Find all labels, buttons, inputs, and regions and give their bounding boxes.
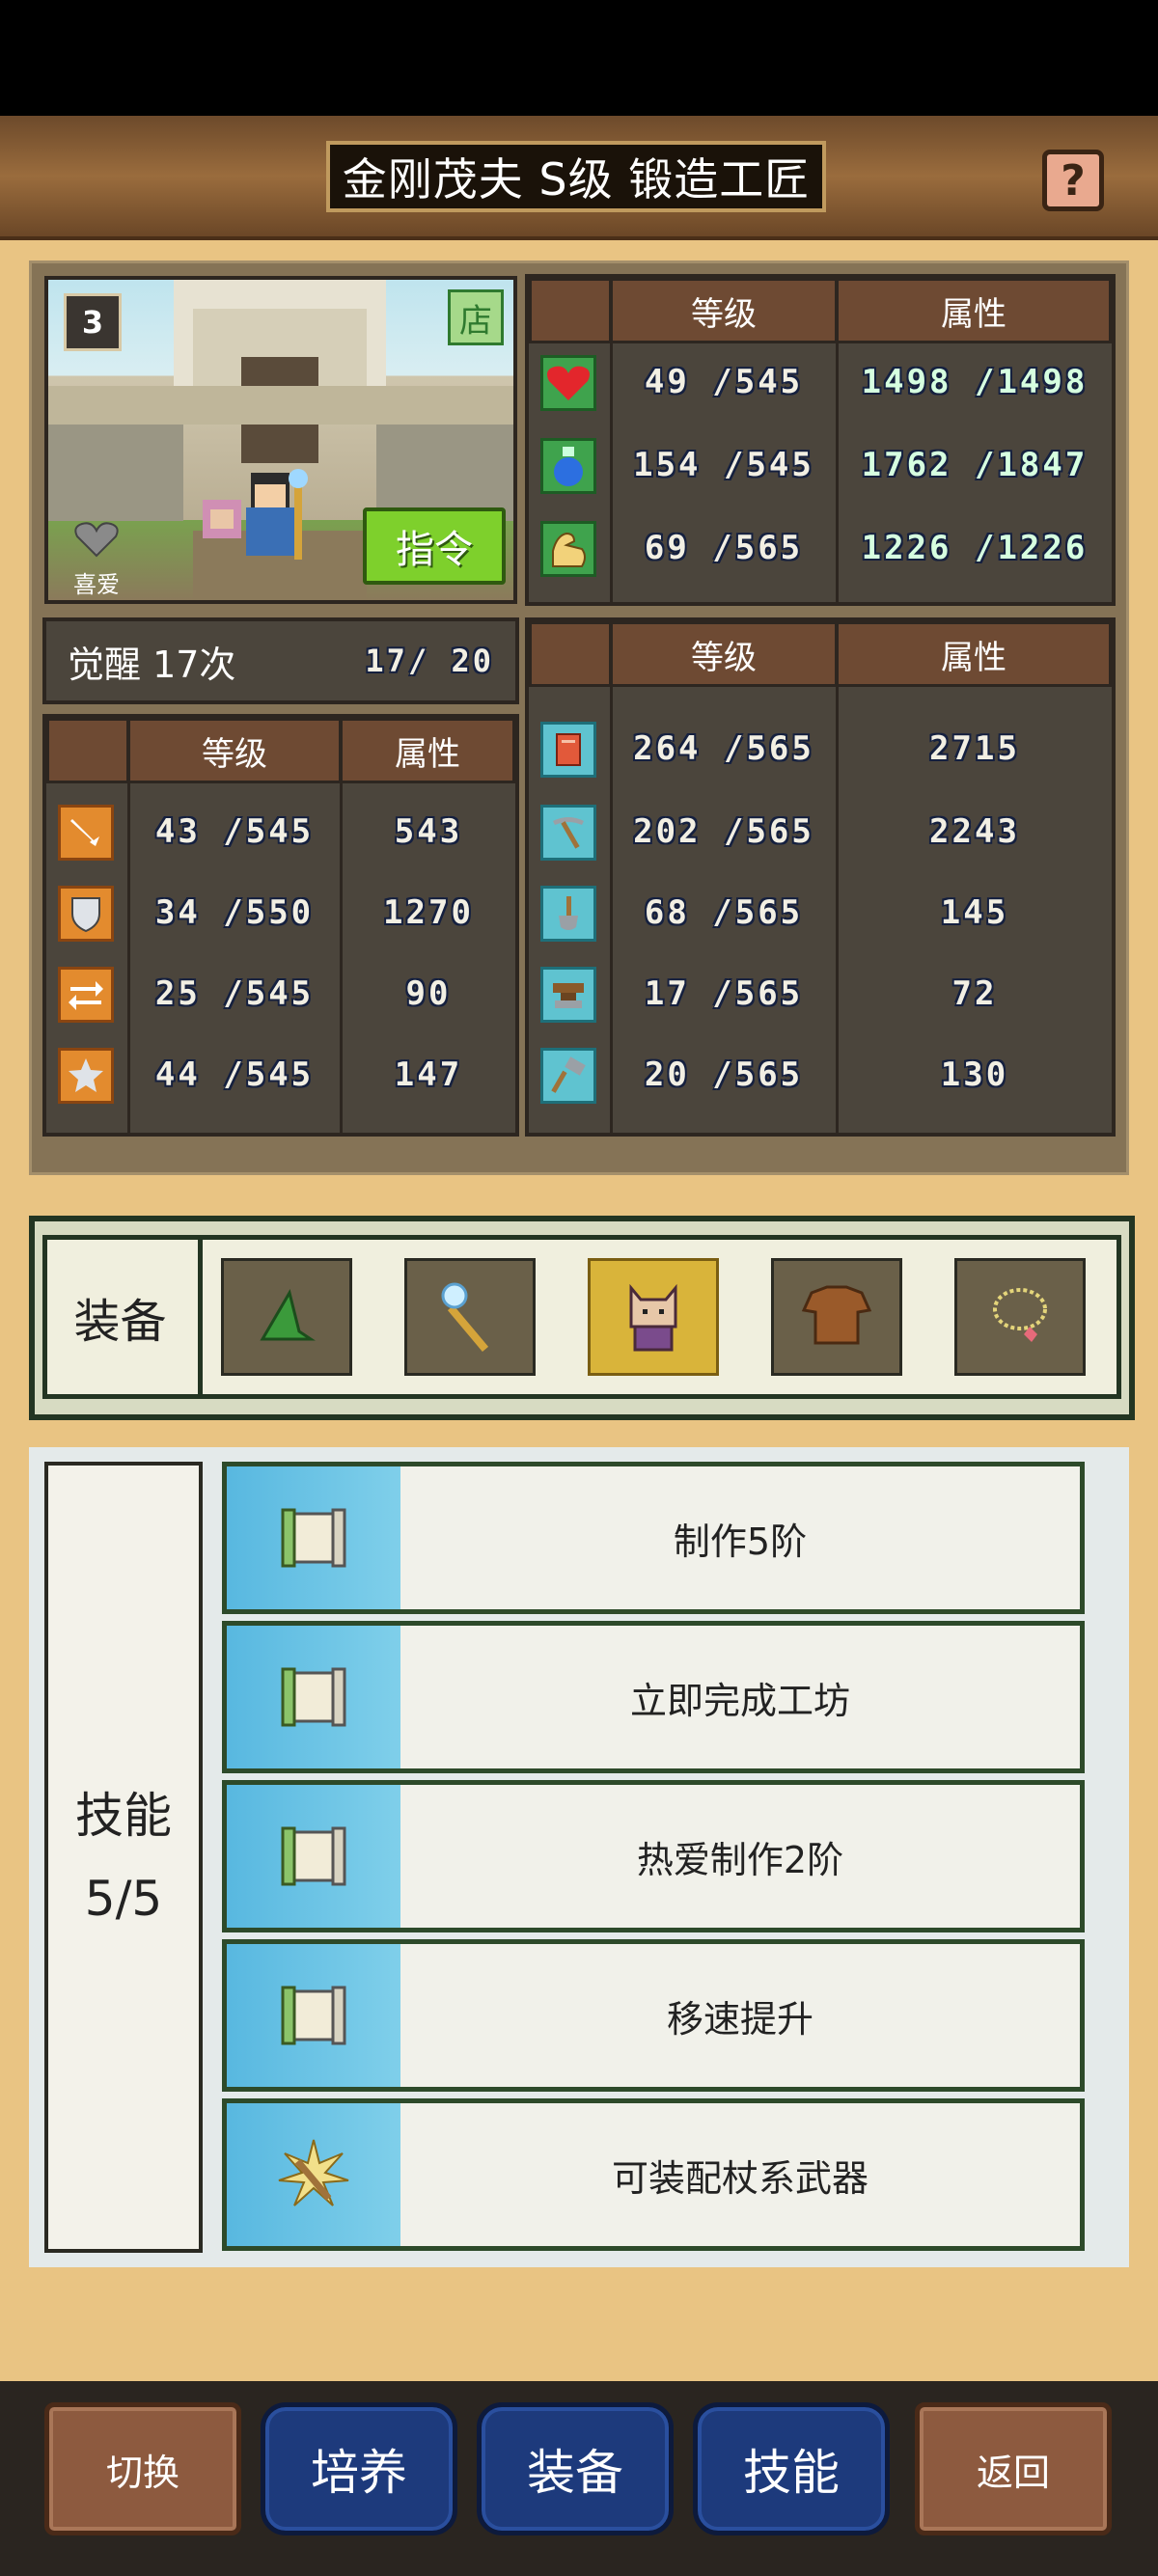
strength-icon	[540, 521, 596, 577]
book-icon	[540, 722, 596, 778]
switch-button[interactable]: 切换	[44, 2402, 241, 2535]
attack-attr: 543	[394, 812, 463, 851]
shield-icon	[58, 886, 114, 942]
scroll-icon	[227, 1785, 400, 1928]
combat-header-blank	[46, 718, 129, 783]
craft-skill-5-attr: 130	[940, 1055, 1009, 1094]
crafting-header-level: 等级	[610, 621, 838, 687]
crafting-divider-1	[610, 687, 613, 1133]
equip-button[interactable]: 装备	[477, 2402, 674, 2535]
like-label: 喜爱	[73, 571, 120, 598]
mp-attr: 1762 /1847	[861, 446, 1089, 484]
craft-skill-2-level: 202 /565	[633, 812, 814, 851]
skill-name: 立即完成工坊	[629, 1679, 850, 1722]
equipment-label: 装备	[42, 1235, 203, 1399]
combat-divider-1	[127, 783, 130, 1133]
floor-badge: 3	[64, 293, 122, 351]
craft-skill-4-attr: 72	[951, 974, 998, 1013]
skill-item-3[interactable]: 热爱制作2阶	[222, 1780, 1085, 1932]
hammer-icon	[540, 1048, 596, 1104]
skill-name: 可装配杖系武器	[611, 2156, 868, 2200]
crafting-header-attr: 属性	[836, 621, 1112, 687]
craft-skill-4-level: 17 /565	[644, 974, 804, 1013]
leather-armor-icon	[801, 1285, 872, 1345]
equip-slot-1[interactable]	[221, 1258, 352, 1376]
craft-skill-2-attr: 2243	[929, 812, 1020, 851]
stamina-level: 69 /565	[644, 529, 804, 567]
equip-slot-3-selected[interactable]	[588, 1258, 719, 1376]
staff-icon	[441, 1282, 489, 1353]
craft-skill-1-level: 264 /565	[633, 729, 814, 768]
scroll-icon	[227, 1626, 400, 1768]
cat-doll-icon	[629, 1283, 677, 1352]
speed-icon	[58, 967, 114, 1023]
speed-level: 25 /545	[154, 974, 315, 1013]
anvil-icon	[540, 967, 596, 1023]
combat-header-attr: 属性	[340, 718, 515, 783]
skills-label-box: 技能 5/5	[44, 1462, 203, 2253]
skill-item-1[interactable]: 制作5阶	[222, 1462, 1085, 1614]
heart-outline-icon	[74, 522, 119, 558]
vitals-header-attr: 属性	[836, 278, 1112, 343]
skill-item-5[interactable]: 可装配杖系武器	[222, 2098, 1085, 2251]
vitals-header-blank	[529, 278, 612, 343]
crafting-header-blank	[529, 621, 612, 687]
skill-item-4[interactable]: 移速提升	[222, 1939, 1085, 2092]
equip-slot-5[interactable]	[954, 1258, 1086, 1376]
vitals-header-level: 等级	[610, 278, 838, 343]
skill-name: 热爱制作2阶	[636, 1838, 844, 1881]
green-hat-icon	[260, 1289, 316, 1341]
help-button[interactable]: ?	[1042, 150, 1104, 211]
awaken-progress: 17/ 20	[365, 643, 494, 679]
train-button[interactable]: 培养	[261, 2402, 457, 2535]
speed-attr: 90	[405, 974, 452, 1013]
shovel-icon	[540, 886, 596, 942]
skill-button[interactable]: 技能	[693, 2402, 890, 2535]
potion-icon	[540, 438, 596, 494]
skill-name: 移速提升	[666, 1997, 813, 2041]
vitals-divider-2	[836, 343, 839, 602]
scroll-icon	[227, 1944, 400, 2087]
character-title: 金刚茂夫 S级 锻造工匠	[326, 141, 826, 212]
stamina-attr: 1226 /1226	[861, 529, 1089, 567]
combat-divider-2	[340, 783, 343, 1133]
equip-slot-2[interactable]	[404, 1258, 536, 1376]
hp-attr: 1498 /1498	[861, 363, 1089, 401]
staff-burst-icon	[227, 2103, 400, 2246]
pickaxe-icon	[540, 805, 596, 861]
craft-skill-5-level: 20 /565	[644, 1055, 804, 1094]
combat-header-level: 等级	[127, 718, 342, 783]
mp-level: 154 /545	[633, 446, 814, 484]
awaken-row: 觉醒 17次 17/ 20	[42, 617, 519, 704]
defense-attr: 1270	[383, 893, 474, 932]
like-button[interactable]: 喜爱	[60, 521, 133, 598]
sword-icon	[58, 805, 114, 861]
heart-icon	[540, 355, 596, 411]
scroll-icon	[227, 1466, 400, 1609]
luck-level: 44 /545	[154, 1055, 315, 1094]
craft-skill-1-attr: 2715	[929, 729, 1020, 768]
craft-skill-3-level: 68 /565	[644, 893, 804, 932]
skills-label: 技能	[75, 1788, 172, 1844]
attack-level: 43 /545	[154, 812, 315, 851]
skills-count: 5/5	[84, 1871, 163, 1927]
crafting-divider-2	[836, 687, 839, 1133]
store-icon[interactable]: 店	[448, 289, 504, 345]
vitals-divider-1	[610, 343, 613, 602]
back-button[interactable]: 返回	[915, 2402, 1112, 2535]
star-icon	[58, 1048, 114, 1104]
awaken-label: 觉醒 17次	[68, 643, 236, 686]
status-bar	[0, 0, 1158, 116]
equip-slot-4[interactable]	[771, 1258, 902, 1376]
hp-level: 49 /545	[644, 363, 804, 401]
command-button[interactable]: 指令	[363, 507, 506, 585]
craft-skill-3-attr: 145	[940, 893, 1009, 932]
skill-item-2[interactable]: 立即完成工坊	[222, 1621, 1085, 1773]
luck-attr: 147	[394, 1055, 463, 1094]
defense-level: 34 /550	[154, 893, 315, 932]
necklace-icon	[993, 1288, 1047, 1342]
skill-name: 制作5阶	[673, 1520, 808, 1563]
